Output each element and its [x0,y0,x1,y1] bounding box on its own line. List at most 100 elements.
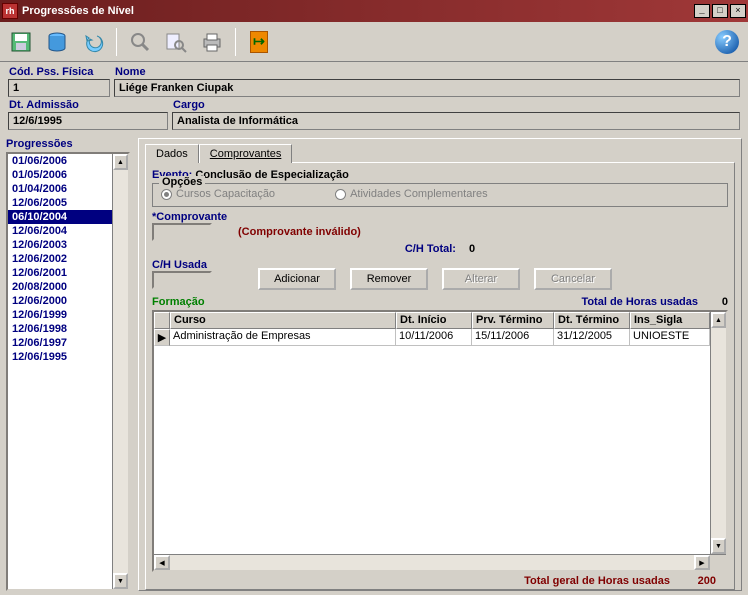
toolbar-separator [116,28,117,56]
admissao-value: 12/6/1995 [8,112,168,130]
progressao-item[interactable]: 12/06/1995 [8,350,112,364]
col-curso[interactable]: Curso [170,312,396,329]
alterar-button[interactable]: Alterar [442,268,520,290]
comprovante-input[interactable] [152,223,212,241]
scroll-up-button[interactable]: ▲ [711,312,726,328]
ch-total-label: C/H Total: [405,243,456,255]
tab-comprovantes[interactable]: Comprovantes [199,144,293,163]
detail-panel: Dados Comprovantes Evento: Conclusão de … [138,138,742,591]
progressao-item[interactable]: 12/06/2003 [8,238,112,252]
ch-usada-label: C/H Usada [152,259,232,271]
maximize-button[interactable]: □ [712,4,728,18]
cancelar-button[interactable]: Cancelar [534,268,612,290]
remover-button[interactable]: Remover [350,268,428,290]
col-dt-termino[interactable]: Dt. Término [554,312,630,329]
scroll-left-button[interactable]: ◀ [154,555,170,570]
tab-bar: Dados Comprovantes [139,139,741,162]
save-button[interactable] [6,27,36,57]
radio-atividades[interactable]: Atividades Complementares [335,188,488,200]
scroll-right-button[interactable]: ▶ [694,555,710,570]
window-title: Progressões de Nível [22,5,692,17]
progressao-item[interactable]: 20/08/2000 [8,280,112,294]
progressao-item[interactable]: 12/06/2004 [8,224,112,238]
header-panel: Cód. Pss. Física 1 Nome Liége Franken Ci… [0,62,748,134]
magnifier-icon [128,30,152,54]
tab-dados[interactable]: Dados [145,144,199,163]
print-icon [200,30,224,54]
footer: Total geral de Horas usadas 200 [152,572,728,587]
zoom-button[interactable] [125,27,155,57]
progressao-item[interactable]: 12/06/1998 [8,322,112,336]
footer-value: 200 [676,575,716,587]
minimize-button[interactable]: _ [694,4,710,18]
opcoes-group: Opções Cursos Capacitação Atividades Com… [152,183,728,207]
save-icon [9,30,33,54]
ch-usada-input[interactable] [152,271,212,289]
cell-dt-termino: 31/12/2005 [554,329,630,346]
col-prv-termino[interactable]: Prv. Término [472,312,554,329]
radio-dot-icon [335,189,346,200]
cell-curso: Administração de Empresas [170,329,396,346]
progressao-item[interactable]: 01/04/2006 [8,182,112,196]
list-scrollbar[interactable]: ▲ ▼ [112,154,128,589]
find-icon [164,30,188,54]
progressoes-list[interactable]: 01/06/200601/05/200601/04/200612/06/2005… [6,152,130,591]
total-horas-label: Total de Horas usadas [581,296,698,308]
formacao-label: Formação [152,296,205,308]
progressao-item[interactable]: 12/06/2000 [8,294,112,308]
formacao-grid[interactable]: Curso Dt. Início Prv. Término Dt. Términ… [152,310,728,572]
radio-dot-icon [161,189,172,200]
progressao-item[interactable]: 12/06/1997 [8,336,112,350]
close-button[interactable]: × [730,4,746,18]
cargo-value: Analista de Informática [172,112,740,130]
nome-value: Liége Franken Ciupak [114,79,740,97]
exit-button[interactable]: ↦ [244,27,274,57]
progressoes-panel: Progressões 01/06/200601/05/200601/04/20… [6,138,130,591]
scroll-down-button[interactable]: ▼ [711,538,726,554]
app-icon: rh [2,3,18,19]
evento-value: Conclusão de Especialização [195,169,348,181]
progressao-item[interactable]: 12/06/1999 [8,308,112,322]
grid-hscrollbar[interactable]: ◀ ▶ [154,554,726,570]
comprovante-invalid: (Comprovante inválido) [238,226,361,238]
cod-value: 1 [8,79,110,97]
radio-cursos[interactable]: Cursos Capacitação [161,188,275,200]
exit-icon: ↦ [250,31,268,53]
grid-header: Curso Dt. Início Prv. Término Dt. Términ… [154,312,710,329]
col-ins-sigla[interactable]: Ins_Sigla [630,312,710,329]
opcoes-label: Opções [159,176,205,188]
progressoes-label: Progressões [6,138,130,150]
cargo-label: Cargo [172,99,740,111]
help-icon: ? [715,30,739,54]
database-icon [45,30,69,54]
cell-ins-sigla: UNIOESTE [630,329,710,346]
progressao-item[interactable]: 12/06/2005 [8,196,112,210]
table-row[interactable]: ▶Administração de Empresas10/11/200615/1… [154,329,710,346]
scroll-up-button[interactable]: ▲ [113,154,128,170]
cod-label: Cód. Pss. Física [8,66,110,78]
toolbar-separator [235,28,236,56]
row-indicator-icon: ▶ [154,329,170,346]
help-button[interactable]: ? [712,27,742,57]
title-bar: rh Progressões de Nível _ □ × [0,0,748,22]
cell-dt-inicio: 10/11/2006 [396,329,472,346]
col-dt-inicio[interactable]: Dt. Início [396,312,472,329]
adicionar-button[interactable]: Adicionar [258,268,336,290]
ch-total-value: 0 [469,243,475,255]
admissao-label: Dt. Admissão [8,99,168,111]
undo-icon [81,30,105,54]
progressao-item[interactable]: 12/06/2002 [8,252,112,266]
database-button[interactable] [42,27,72,57]
progressao-item[interactable]: 01/06/2006 [8,154,112,168]
nome-label: Nome [114,66,740,78]
find-button[interactable] [161,27,191,57]
progressao-item[interactable]: 01/05/2006 [8,168,112,182]
cell-prv-termino: 15/11/2006 [472,329,554,346]
footer-label: Total geral de Horas usadas [524,575,670,587]
progressao-item[interactable]: 12/06/2001 [8,266,112,280]
comprovante-label: *Comprovante [152,211,232,223]
undo-button[interactable] [78,27,108,57]
print-button[interactable] [197,27,227,57]
progressao-item[interactable]: 06/10/2004 [8,210,112,224]
grid-vscrollbar[interactable]: ▲ ▼ [710,312,726,554]
